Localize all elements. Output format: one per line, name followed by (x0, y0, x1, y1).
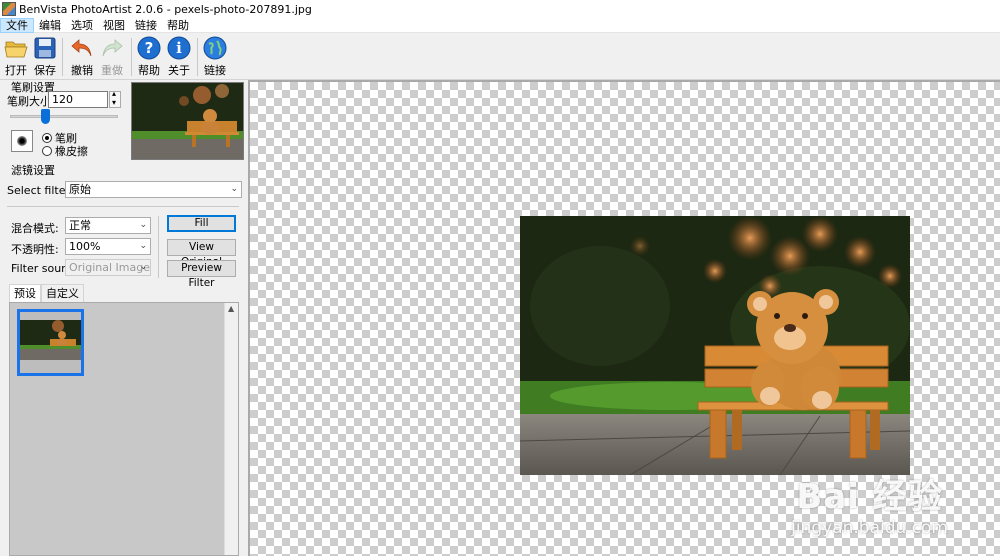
opacity-select[interactable]: 100% ⌄ (65, 238, 151, 255)
menu-options[interactable]: 选项 (66, 18, 98, 33)
chevron-down-icon: ⌄ (230, 184, 238, 194)
menu-link[interactable]: 链接 (130, 18, 162, 33)
menu-edit[interactable]: 编辑 (34, 18, 66, 33)
floppy-disk-icon (34, 37, 56, 59)
blend-mode-value: 正常 (69, 219, 91, 232)
watermark-url: jingyan.baidu.com (791, 518, 948, 538)
undo-icon (71, 39, 92, 57)
baidu-watermark: Bai 经验 jingyan.baidu.com (791, 469, 948, 538)
globe-link-icon (203, 36, 227, 60)
image-canvas[interactable]: Bai 经验 jingyan.baidu.com (248, 80, 1000, 556)
vertical-divider (158, 216, 159, 278)
preset-scrollbar[interactable]: ▲ (224, 303, 238, 555)
filter-select-value: 原始 (69, 183, 91, 196)
watermark-main: Bai 经验 (796, 477, 943, 517)
menu-view[interactable]: 视图 (98, 18, 130, 33)
svg-text:?: ? (145, 39, 154, 57)
filter-source-select[interactable]: Original Image ⌄ (65, 259, 151, 276)
info-icon: i (167, 36, 191, 60)
svg-text:i: i (176, 39, 182, 57)
tab-custom[interactable]: 自定义 (41, 284, 84, 302)
preset-image (20, 312, 81, 373)
menu-help[interactable]: 帮助 (162, 18, 194, 33)
brush-size-input[interactable]: 120 (48, 91, 108, 108)
brush-tip-preview (11, 130, 33, 152)
radio-indicator (42, 146, 52, 156)
blend-mode-label: 混合模式: (11, 222, 59, 235)
save-button[interactable]: 保存 (29, 36, 61, 78)
view-original-button[interactable]: View Original (167, 239, 236, 268)
chevron-down-icon: ⌄ (139, 262, 147, 272)
navigator-thumbnail[interactable] (131, 82, 244, 160)
link-label: 链接 (204, 64, 226, 77)
window-title: BenVista PhotoArtist 2.0.6 - pexels-phot… (19, 2, 312, 16)
chevron-down-icon: ⌄ (139, 220, 147, 230)
tab-presets[interactable]: 预设 (9, 284, 41, 303)
settings-panel: 笔刷设置 笔刷大小: 120 笔刷 橡皮擦 滤镜设置 Select filter… (0, 80, 248, 556)
select-filter-label: Select filter: (7, 184, 74, 197)
opacity-value: 100% (69, 240, 101, 253)
preset-thumbnail[interactable] (17, 309, 84, 376)
toolbar: 打开 保存 撤销 重做 ? 帮助 i 关于 链接 (0, 34, 1000, 80)
fill-button[interactable]: Fill (167, 215, 236, 232)
opacity-label: 不透明性: (11, 243, 59, 256)
filter-settings-heading: 滤镜设置 (11, 164, 55, 177)
mode-eraser-radio[interactable]: 橡皮擦 (42, 143, 88, 159)
brush-size-slider-thumb[interactable] (41, 109, 50, 124)
thumbnail-image (132, 83, 243, 159)
canvas-photo[interactable] (520, 216, 910, 475)
app-icon (2, 2, 16, 16)
redo-icon (102, 39, 123, 57)
preview-filter-button[interactable]: Preview Filter (167, 260, 236, 289)
scroll-up-icon[interactable]: ▲ (228, 304, 234, 313)
teddy-bear-photo (520, 216, 910, 475)
brush-size-stepper[interactable] (109, 89, 121, 108)
brush-size-slider-track[interactable] (10, 115, 118, 118)
folder-open-icon (4, 41, 28, 58)
link-button[interactable]: 链接 (199, 36, 231, 78)
mode-eraser-label: 橡皮擦 (55, 145, 88, 158)
preset-tabs: 预设 自定义 (9, 284, 84, 303)
redo-button[interactable]: 重做 (96, 36, 128, 78)
chevron-down-icon: ⌄ (139, 241, 147, 251)
menu-file[interactable]: 文件 (0, 17, 34, 33)
about-button[interactable]: i 关于 (163, 36, 195, 78)
radio-indicator (42, 133, 52, 143)
divider (7, 206, 239, 207)
filter-source-value: Original Image (69, 261, 150, 274)
preset-list: ▲ (9, 302, 239, 556)
filter-select[interactable]: 原始 ⌄ (65, 181, 242, 198)
blend-mode-select[interactable]: 正常 ⌄ (65, 217, 151, 234)
help-icon: ? (137, 36, 161, 60)
menu-bar: 文件 编辑 选项 视图 链接 帮助 (0, 17, 1000, 33)
title-bar: BenVista PhotoArtist 2.0.6 - pexels-phot… (0, 0, 1000, 18)
